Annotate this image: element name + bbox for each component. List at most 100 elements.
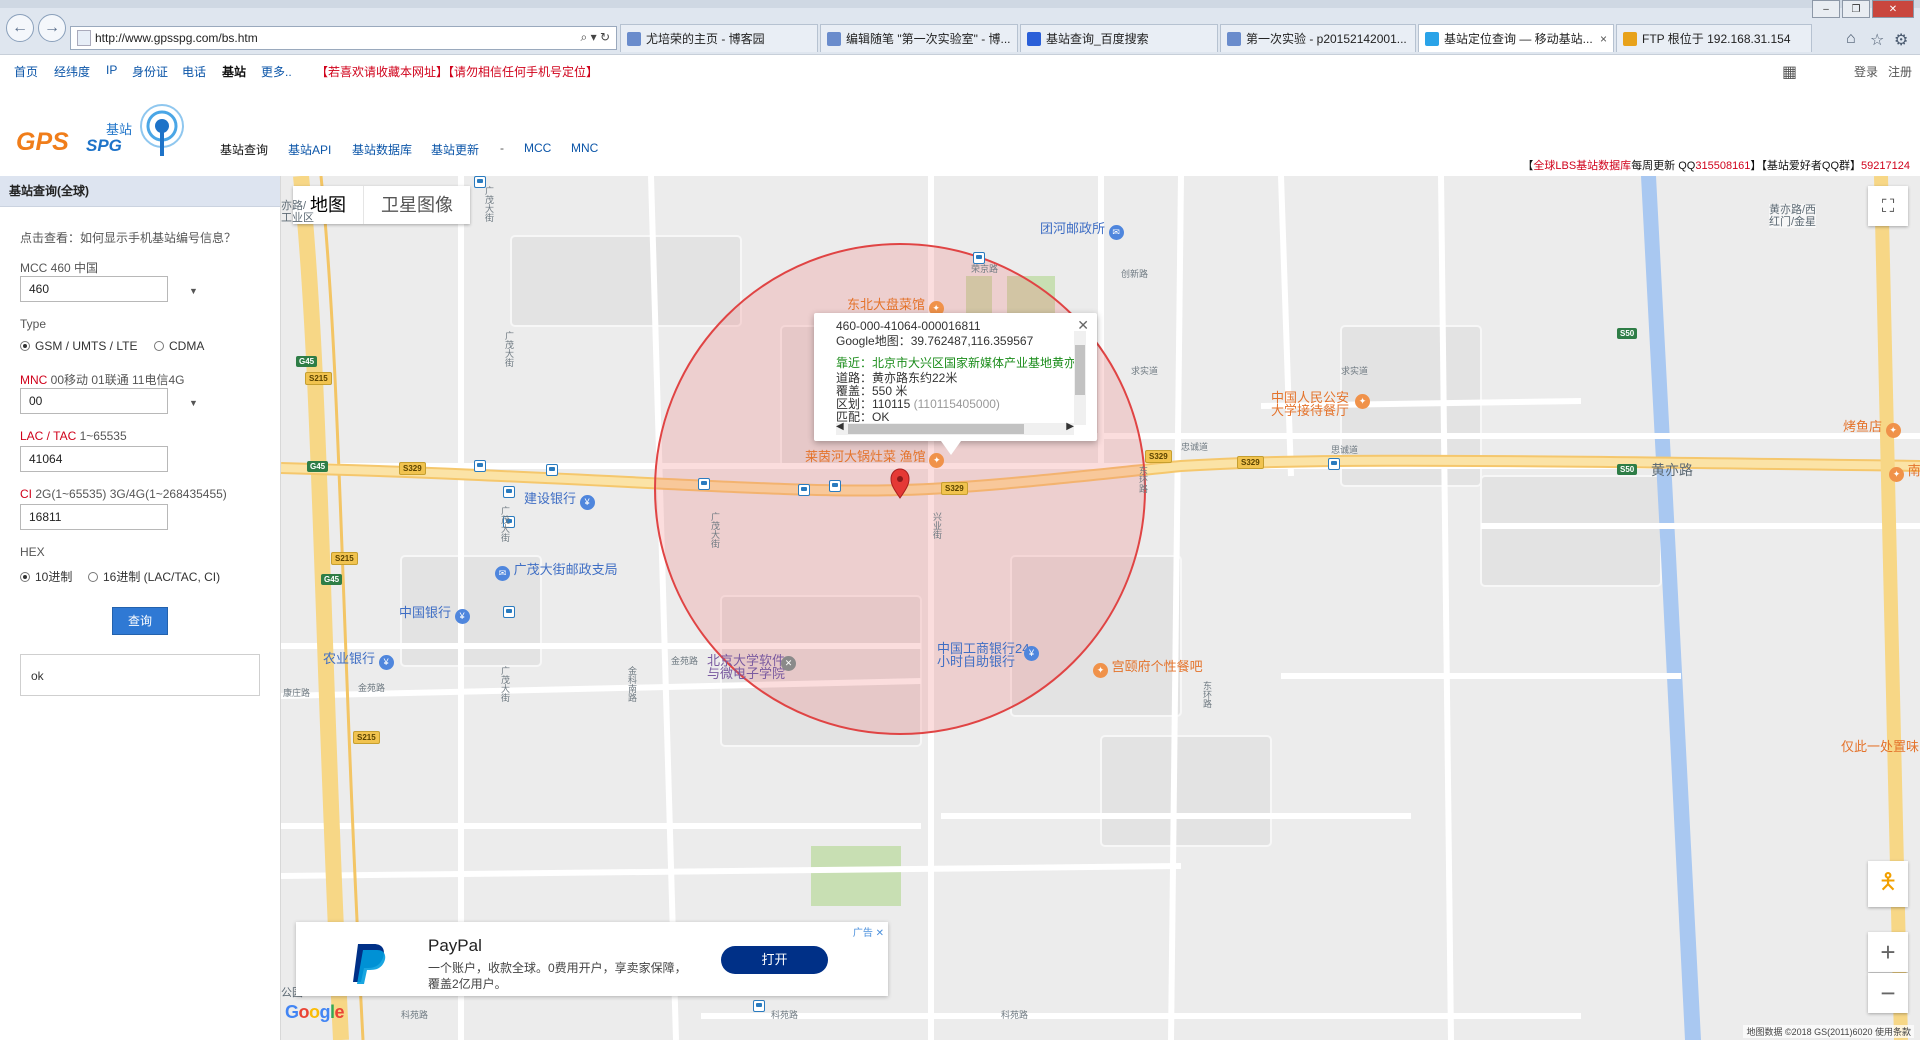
apps-grid-icon[interactable]: ▦ xyxy=(1782,62,1797,82)
radio-unchecked-icon[interactable] xyxy=(88,572,98,582)
bus-stop-icon[interactable] xyxy=(1328,458,1340,470)
map-type-satellite[interactable]: 卫星图像 xyxy=(363,186,470,224)
lbs-db-link[interactable]: 全球LBS基站数据库 xyxy=(1533,160,1631,172)
nav-phone[interactable]: 电话 xyxy=(182,63,206,80)
page-icon xyxy=(77,30,91,46)
road-shield: S50 xyxy=(1617,328,1638,339)
favorites-star-icon[interactable]: ☆ xyxy=(1870,30,1884,50)
nav-more[interactable]: 更多.. xyxy=(261,63,292,80)
poi-nanyuan[interactable]: ✦ 南垣 xyxy=(1889,460,1920,482)
mnc-dropdown-icon[interactable]: ▼ xyxy=(189,398,198,408)
bus-stop-icon[interactable] xyxy=(829,480,841,492)
mcc-input[interactable]: 460 xyxy=(20,276,168,302)
bus-stop-icon[interactable] xyxy=(698,478,710,490)
road-shield: S215 xyxy=(331,552,358,565)
zoom-out-button[interactable]: − xyxy=(1868,973,1908,1013)
scroll-left-icon[interactable]: ◀ xyxy=(836,421,844,432)
poi-nongye-bank[interactable]: 农业银行 ¥ xyxy=(323,648,394,670)
ad-label-close-icon[interactable]: 广告 ✕ xyxy=(853,924,884,939)
restaurant-icon: ✦ xyxy=(1885,423,1901,438)
type-gsm-option[interactable]: GSM / UMTS / LTE xyxy=(20,339,137,353)
tab-1[interactable]: 尤培荣的主页 - 博客园 xyxy=(620,24,818,52)
settings-gear-icon[interactable]: ⚙ xyxy=(1894,30,1908,50)
forward-icon[interactable]: → xyxy=(38,14,66,42)
mnc-input[interactable]: 00 xyxy=(20,388,168,414)
nav-idcard[interactable]: 身份证 xyxy=(132,63,168,80)
info-vscrollbar[interactable] xyxy=(1074,331,1086,425)
bus-stop-icon[interactable] xyxy=(503,486,515,498)
tab-2[interactable]: 编辑随笔 "第一次实验室" - 博... xyxy=(820,24,1018,52)
tab-5-active[interactable]: 基站定位查询 — 移动基站... × xyxy=(1418,24,1614,52)
map-copyright[interactable]: 地图数据 ©2018 GS(2011)6020 使用条款 xyxy=(1743,1025,1914,1038)
poi-guangmao-post[interactable]: ✉ 广茂大街邮政支局 xyxy=(495,559,618,581)
poi-yici[interactable]: 仅此一处置味 xyxy=(1841,736,1919,755)
poi-kaoyu[interactable]: 烤鱼店 ✦ xyxy=(1843,416,1901,438)
google-logo: Google xyxy=(285,1002,345,1023)
info-vscroll-thumb[interactable] xyxy=(1075,345,1085,395)
header-nav-mnc[interactable]: MNC xyxy=(571,141,598,155)
lac-input[interactable]: 41064 xyxy=(20,446,168,472)
address-url[interactable]: http://www.gpsspg.com/bs.htm xyxy=(95,31,258,45)
address-bar[interactable]: http://www.gpsspg.com/bs.htm ⌕ ▾ ↻ xyxy=(70,26,617,50)
tab-label: FTP 根位于 192.168.31.154 xyxy=(1642,32,1791,46)
radio-unchecked-icon[interactable] xyxy=(154,341,164,351)
hex-hex-option[interactable]: 16进制 (LAC/TAC, CI) xyxy=(88,568,220,585)
bus-stop-icon[interactable] xyxy=(798,484,810,496)
poi-laiyin[interactable]: 莱茵河大锅灶菜 渔馆 ✦ xyxy=(805,446,945,468)
restore-icon[interactable]: ❐ xyxy=(1842,0,1870,18)
ad-open-button[interactable]: 打开 xyxy=(721,946,828,974)
map-type-control[interactable]: 地图 卫星图像 xyxy=(293,186,470,224)
how-to-hint-link[interactable]: 点击查看：如何显示手机基站编号信息？ xyxy=(20,229,236,246)
search-refresh-icons[interactable]: ⌕ ▾ ↻ xyxy=(581,30,610,45)
poi-icbc[interactable]: 中国工商银行24 小时自助银行 xyxy=(937,642,1029,668)
tab-close-icon[interactable]: × xyxy=(1600,32,1607,46)
bus-stop-icon[interactable] xyxy=(753,1000,765,1012)
home-icon[interactable]: ⌂ xyxy=(1846,30,1856,48)
poi-zhongguo-bank[interactable]: 中国银行 ¥ xyxy=(399,602,470,624)
paypal-ad-banner[interactable]: PayPal 一个账户，收款全球。0费用开户，享卖家保障， 覆盖2亿用户。 打开… xyxy=(296,922,888,996)
zoom-in-button[interactable]: + xyxy=(1868,932,1908,972)
poi-jianshe-bank[interactable]: 建设银行 ¥ xyxy=(524,488,595,510)
site-logo[interactable]: GPS SPG 基站 xyxy=(16,102,196,158)
google-map[interactable]: 地图 卫星图像 ⛶ G45 S215 G45 S329 S329 S329 S3… xyxy=(281,176,1920,1040)
register-link[interactable]: 注册 xyxy=(1888,63,1912,80)
back-icon[interactable]: ← xyxy=(6,14,34,42)
street-view-pegman-icon[interactable]: 🯅 xyxy=(1868,861,1908,907)
result-output: ok xyxy=(20,654,260,696)
minimize-icon[interactable]: – xyxy=(1812,0,1840,18)
tab-4[interactable]: 第一次实验 - p20152142001... xyxy=(1220,24,1416,52)
info-hscrollbar[interactable]: ◀ ▶ xyxy=(836,421,1074,435)
nav-home[interactable]: 首页 xyxy=(14,63,38,80)
nav-ip[interactable]: IP xyxy=(106,63,117,77)
bus-stop-icon[interactable] xyxy=(474,460,486,472)
header-nav-update[interactable]: 基站更新 xyxy=(431,141,479,158)
street-label: 金苑路 xyxy=(671,656,699,666)
poi-gongting[interactable]: ✦ 宫颐府个性餐吧 xyxy=(1093,656,1203,678)
radio-checked-icon[interactable] xyxy=(20,341,30,351)
poi-label: 中国银行 xyxy=(399,605,452,620)
scroll-right-icon[interactable]: ▶ xyxy=(1066,421,1074,432)
bus-stop-icon[interactable] xyxy=(546,464,558,476)
bus-stop-icon[interactable] xyxy=(503,606,515,618)
query-button[interactable]: 查询 xyxy=(112,607,168,635)
header-nav-database[interactable]: 基站数据库 xyxy=(352,141,412,158)
poi-police-hotel[interactable]: 中国人民公安 大学接待餐厅 xyxy=(1271,391,1349,417)
header-nav-query[interactable]: 基站查询 xyxy=(220,141,268,158)
poi-tuanhe-post[interactable]: 团河邮政所 ✉ xyxy=(1040,218,1124,240)
ci-input[interactable]: 16811 xyxy=(20,504,168,530)
mcc-dropdown-icon[interactable]: ▼ xyxy=(189,286,198,296)
fullscreen-icon[interactable]: ⛶ xyxy=(1868,186,1908,226)
radio-checked-icon[interactable] xyxy=(20,572,30,582)
info-hscroll-thumb[interactable] xyxy=(848,424,1024,434)
nav-basestation[interactable]: 基站 xyxy=(222,63,246,80)
login-link[interactable]: 登录 xyxy=(1854,63,1878,80)
header-nav-api[interactable]: 基站API xyxy=(288,141,331,158)
tab-3[interactable]: 基站查询_百度搜索 xyxy=(1020,24,1218,52)
tab-6[interactable]: FTP 根位于 192.168.31.154 xyxy=(1616,24,1812,52)
header-nav-mcc[interactable]: MCC xyxy=(524,141,551,155)
window-close-icon[interactable]: ✕ xyxy=(1872,0,1914,18)
nav-latlng[interactable]: 经纬度 xyxy=(54,63,90,80)
type-cdma-option[interactable]: CDMA xyxy=(154,339,204,353)
poi-pku[interactable]: 北京大学软件 与微电子学院 xyxy=(707,654,785,680)
hex-decimal-option[interactable]: 10进制 xyxy=(20,568,72,585)
